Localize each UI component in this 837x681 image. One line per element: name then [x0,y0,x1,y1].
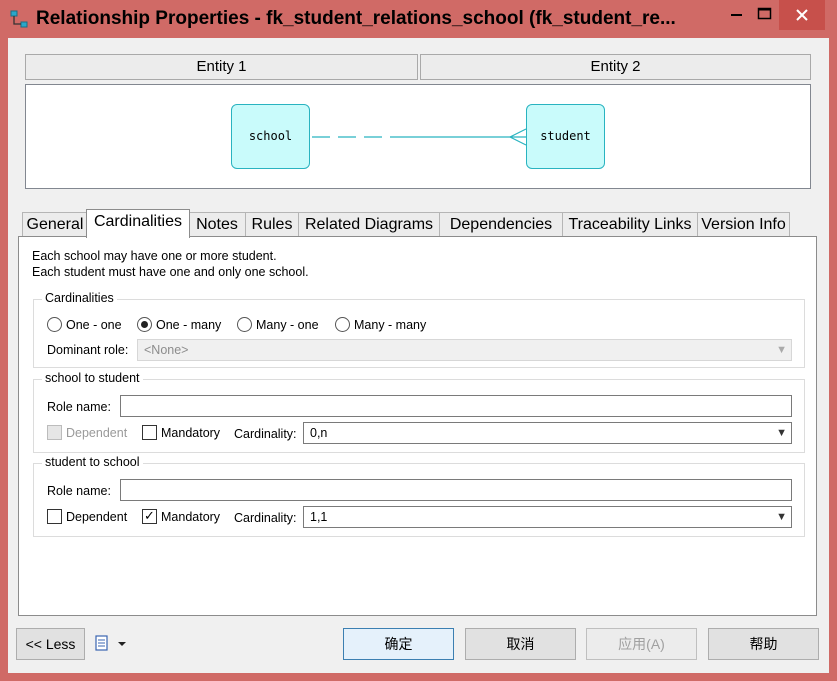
dependent-label: Dependent [66,426,128,440]
radio-many-one-label[interactable]: Many - one [256,318,319,332]
dominant-role-value: <None> [144,343,189,357]
student-to-school-cardinality-select[interactable]: 1,1 ▼ [303,506,792,528]
cardinalities-panel: Each school may have one or more student… [18,236,817,616]
relationship-link [312,128,527,146]
tab-traceability-links[interactable]: Traceability Links [562,212,698,238]
cardinalities-legend: Cardinalities [42,291,117,305]
chevron-down-icon: ▼ [776,344,787,356]
cardinality-value: 0,n [310,426,328,440]
tab-version-info[interactable]: Version Info [697,212,790,238]
less-button[interactable]: << Less [16,628,85,660]
student-to-school-role-name-input[interactable] [120,479,792,501]
school-to-student-dependent-checkbox[interactable] [47,425,62,440]
maximize-icon [757,7,772,20]
cardinality-label: Cardinality: [234,511,297,525]
window-title: Relationship Properties - fk_student_rel… [36,8,676,29]
entity-student[interactable]: student [526,104,605,169]
school-to-student-role-name-input[interactable] [120,395,792,417]
minimize-button[interactable] [723,0,751,30]
mandatory-label: Mandatory [161,426,221,440]
school-to-student-legend: school to student [42,371,143,385]
school-to-student-mandatory-checkbox[interactable] [142,425,157,440]
tab-general[interactable]: General [22,212,88,238]
ok-button[interactable]: 确定 [343,628,454,660]
close-icon [796,9,808,21]
tab-cardinalities[interactable]: Cardinalities [86,209,190,238]
minimize-icon [731,14,742,16]
help-button[interactable]: 帮助 [708,628,819,660]
cardinality-label: Cardinality: [234,427,297,441]
entity2-header[interactable]: Entity 2 [420,54,811,80]
cardinalities-group: Cardinalities One - one One - many Many … [33,291,805,368]
chevron-down-icon: ▼ [776,427,787,439]
relationship-diagram: school student [25,84,811,189]
radio-one-one-label[interactable]: One - one [66,318,122,332]
role-name-label: Role name: [47,400,111,414]
school-to-student-group: school to student Role name: Dependent M… [33,371,805,453]
radio-selected-dot [141,321,148,328]
role-name-label: Role name: [47,484,111,498]
radio-one-many[interactable] [137,317,152,332]
maximize-button[interactable] [751,0,779,30]
apply-button[interactable]: 应用(A) [586,628,697,660]
student-to-school-mandatory-checkbox[interactable]: ✓ [142,509,157,524]
radio-many-one[interactable] [237,317,252,332]
dialog-window: Relationship Properties - fk_student_rel… [0,0,837,681]
dominant-role-label: Dominant role: [47,343,129,357]
student-to-school-dependent-checkbox[interactable] [47,509,62,524]
dominant-role-select[interactable]: <None> ▼ [137,339,792,361]
student-to-school-group: student to school Role name: Dependent ✓… [33,455,805,537]
radio-one-many-label[interactable]: One - many [156,318,221,332]
chevron-down-icon: ▼ [776,511,787,523]
tab-notes[interactable]: Notes [188,212,246,238]
radio-many-many-label[interactable]: Many - many [354,318,426,332]
relationship-icon [10,10,28,28]
cancel-button[interactable]: 取消 [465,628,576,660]
entity1-header[interactable]: Entity 1 [25,54,418,80]
print-menu-button[interactable] [94,634,130,654]
school-to-student-cardinality-select[interactable]: 0,n ▼ [303,422,792,444]
print-icon [95,635,126,651]
entity-school[interactable]: school [231,104,310,169]
dependent-label: Dependent [66,510,128,524]
tab-rules[interactable]: Rules [245,212,299,238]
dialog-content: Entity 1 Entity 2 school student General… [8,38,829,673]
close-button[interactable] [779,0,825,30]
radio-one-one[interactable] [47,317,62,332]
cardinality-value: 1,1 [310,510,328,524]
description-line-1: Each school may have one or more student… [32,249,277,263]
mandatory-label: Mandatory [161,510,221,524]
tab-dependencies[interactable]: Dependencies [439,212,563,238]
student-to-school-legend: student to school [42,455,143,469]
description-line-2: Each student must have one and only one … [32,265,309,279]
title-bar[interactable]: Relationship Properties - fk_student_rel… [0,0,837,38]
tab-related-diagrams[interactable]: Related Diagrams [298,212,440,238]
radio-many-many[interactable] [335,317,350,332]
